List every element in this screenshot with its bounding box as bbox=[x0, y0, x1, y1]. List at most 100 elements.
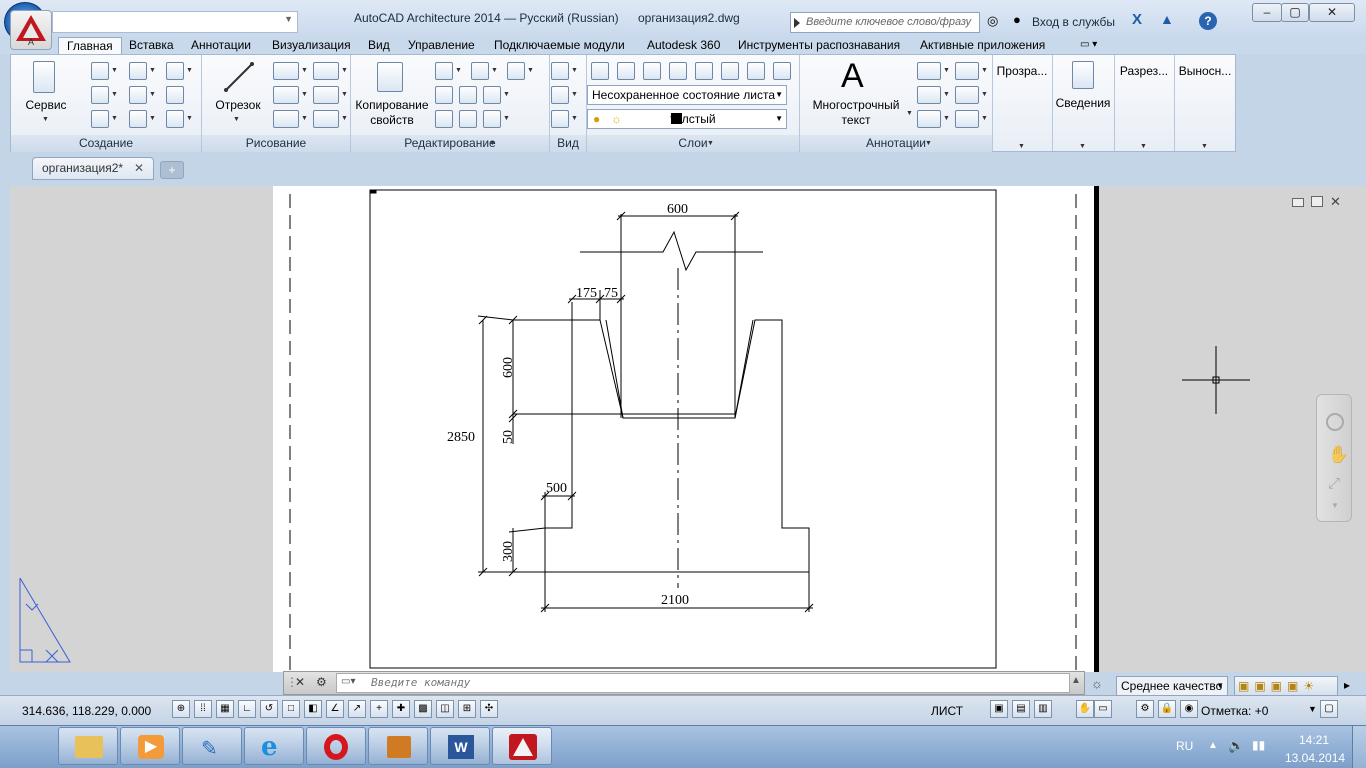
media-player-taskbar-button[interactable]: ▶ bbox=[120, 727, 180, 765]
panel-annotations-label[interactable]: Аннотации bbox=[800, 135, 992, 152]
dropdown-icon[interactable]: ▼ bbox=[943, 110, 950, 128]
dropdown-icon[interactable]: ▼ bbox=[301, 62, 308, 80]
zoom-extents-icon[interactable]: ⤢ bbox=[1328, 475, 1340, 492]
cmd-history-arrow-icon[interactable]: ▲ bbox=[1071, 675, 1081, 686]
polyline-icon[interactable] bbox=[91, 62, 109, 80]
hatch-icon[interactable] bbox=[166, 62, 184, 80]
clock-date[interactable]: 13.04.2014 bbox=[1285, 751, 1345, 765]
3d-osnap-toggle[interactable]: ◧ bbox=[304, 700, 322, 718]
language-indicator[interactable]: RU bbox=[1176, 739, 1193, 753]
panel-annotations-expand-icon[interactable]: ▼ bbox=[925, 135, 932, 153]
dropdown-icon[interactable]: ▼ bbox=[503, 86, 510, 104]
document-tab[interactable]: организация2* ✕ bbox=[32, 157, 154, 180]
dropdown-icon[interactable]: ▼ bbox=[491, 62, 498, 80]
word-taskbar-button[interactable]: W bbox=[430, 727, 490, 765]
tab-annotate[interactable]: Аннотации bbox=[191, 37, 251, 54]
nav-dropdown-icon[interactable]: ▼ bbox=[1331, 501, 1339, 510]
explorer-taskbar-button[interactable] bbox=[58, 727, 118, 765]
offset-icon[interactable] bbox=[459, 110, 477, 128]
autodesk-360-icon[interactable]: ▲ bbox=[1160, 11, 1174, 27]
clock-time[interactable]: 14:21 bbox=[1299, 733, 1329, 747]
infer-constraints-toggle[interactable]: ⊕ bbox=[172, 700, 190, 718]
cmd-close-icon[interactable]: ✕ bbox=[295, 675, 305, 689]
layer-off-icon[interactable] bbox=[669, 62, 687, 80]
circle-icon[interactable] bbox=[273, 86, 299, 104]
mtext-dropdown-icon[interactable]: ▼ bbox=[906, 105, 913, 123]
maximize-button[interactable]: ▢ bbox=[1281, 3, 1309, 22]
ie-taskbar-button[interactable]: e bbox=[244, 727, 304, 765]
application-menu-button[interactable]: A bbox=[10, 10, 52, 50]
tray-expand-icon[interactable]: ▲ bbox=[1208, 740, 1218, 751]
tag-icon[interactable] bbox=[917, 110, 941, 128]
opera-taskbar-button[interactable] bbox=[306, 727, 366, 765]
dropdown-icon[interactable]: ▼ bbox=[111, 86, 118, 104]
ducs-toggle[interactable]: ↗ bbox=[348, 700, 366, 718]
array-icon[interactable] bbox=[435, 110, 453, 128]
tab-view[interactable]: Вид bbox=[368, 37, 390, 54]
otrack-toggle[interactable]: ∠ bbox=[326, 700, 344, 718]
layer-state-select[interactable]: Несохраненное состояние листа bbox=[587, 85, 787, 105]
info-icon[interactable] bbox=[1072, 61, 1094, 89]
network-icon[interactable]: ▮▮ bbox=[1252, 738, 1265, 752]
dyn-toggle[interactable]: + bbox=[370, 700, 388, 718]
dropdown-icon[interactable]: ▼ bbox=[571, 110, 578, 128]
revision-cloud-icon[interactable] bbox=[955, 62, 979, 80]
fillet-icon[interactable] bbox=[507, 62, 525, 80]
panel-view-label[interactable]: Вид bbox=[550, 135, 586, 152]
model-space-icon[interactable]: ▥ bbox=[1034, 700, 1052, 718]
tab-autodesk360[interactable]: Autodesk 360 bbox=[647, 37, 720, 54]
info-panel-button[interactable]: Сведения bbox=[1053, 96, 1113, 111]
dropdown-icon[interactable]: ▼ bbox=[943, 86, 950, 104]
wall-icon[interactable] bbox=[129, 86, 147, 104]
tab-manage[interactable]: Управление bbox=[408, 37, 475, 54]
scale-icon[interactable] bbox=[483, 110, 501, 128]
coordinates-readout[interactable]: 314.636, 118.229, 0.000 bbox=[22, 704, 151, 718]
transparency-panel-button[interactable]: Прозра... bbox=[993, 64, 1051, 79]
tab-render[interactable]: Визуализация bbox=[272, 37, 351, 54]
door-icon[interactable] bbox=[91, 86, 109, 104]
ortho-toggle[interactable]: ∟ bbox=[238, 700, 256, 718]
dropdown-icon[interactable]: ▼ bbox=[341, 110, 348, 128]
lwt-toggle[interactable]: ✚ bbox=[392, 700, 410, 718]
volume-icon[interactable]: 🔈 bbox=[1228, 738, 1244, 754]
dropdown-icon[interactable]: ▼ bbox=[503, 110, 510, 128]
match-properties-button[interactable]: Копирование свойств bbox=[353, 98, 431, 128]
dropdown-icon[interactable]: ▼ bbox=[149, 110, 156, 128]
app-taskbar-button[interactable]: ✎ bbox=[182, 727, 242, 765]
mirror-icon[interactable] bbox=[459, 86, 477, 104]
dropdown-icon[interactable]: ▼ bbox=[341, 62, 348, 80]
panel-draw-label[interactable]: Рисование bbox=[202, 135, 350, 152]
dropdown-icon[interactable]: ▼ bbox=[111, 110, 118, 128]
dropdown-icon[interactable]: ▼ bbox=[341, 86, 348, 104]
user-icon[interactable]: ● bbox=[1013, 12, 1021, 27]
hatch-draw-icon[interactable] bbox=[313, 110, 339, 128]
viewport-close-icon[interactable]: ✕ bbox=[1330, 194, 1341, 210]
dropdown-icon[interactable]: ▼ bbox=[186, 62, 193, 80]
ellipse-icon[interactable] bbox=[313, 86, 339, 104]
status-dropdown-icon[interactable]: ▸ bbox=[1344, 678, 1350, 692]
sections-panel-button[interactable]: Разрез... bbox=[1115, 64, 1173, 79]
autocad-taskbar-button[interactable] bbox=[492, 727, 552, 765]
quick-access-toolbar[interactable]: ▼ bbox=[52, 11, 298, 33]
steering-wheel-icon[interactable] bbox=[1326, 413, 1344, 431]
layer-walk-icon[interactable] bbox=[773, 62, 791, 80]
exchange-x-icon[interactable]: X bbox=[1132, 11, 1142, 28]
annotation-scale-dropdown-icon[interactable]: ▼ bbox=[1308, 704, 1317, 714]
dropdown-icon[interactable]: ▼ bbox=[943, 62, 950, 80]
grid-toggle[interactable]: ▦ bbox=[216, 700, 234, 718]
sheet-indicator[interactable]: ЛИСТ bbox=[931, 704, 963, 718]
show-desktop-button[interactable] bbox=[1352, 726, 1366, 768]
move-icon[interactable] bbox=[435, 62, 453, 80]
mtext-button[interactable]: Многострочный текст bbox=[807, 98, 905, 128]
maximize-viewport-icon[interactable]: ▭ bbox=[1094, 700, 1112, 718]
block-icon[interactable] bbox=[129, 62, 147, 80]
dimension-icon[interactable] bbox=[917, 62, 941, 80]
dropdown-icon[interactable]: ▼ bbox=[571, 62, 578, 80]
panel-modify-label[interactable]: Редактирование bbox=[351, 135, 549, 152]
viewport-restore-icon[interactable] bbox=[1311, 196, 1323, 207]
table-icon[interactable] bbox=[955, 110, 979, 128]
tab-home[interactable]: Главная bbox=[58, 37, 122, 54]
grid-icon[interactable] bbox=[129, 110, 147, 128]
box-icon[interactable] bbox=[166, 110, 184, 128]
qat-dropdown-icon[interactable]: ▼ bbox=[284, 14, 293, 24]
